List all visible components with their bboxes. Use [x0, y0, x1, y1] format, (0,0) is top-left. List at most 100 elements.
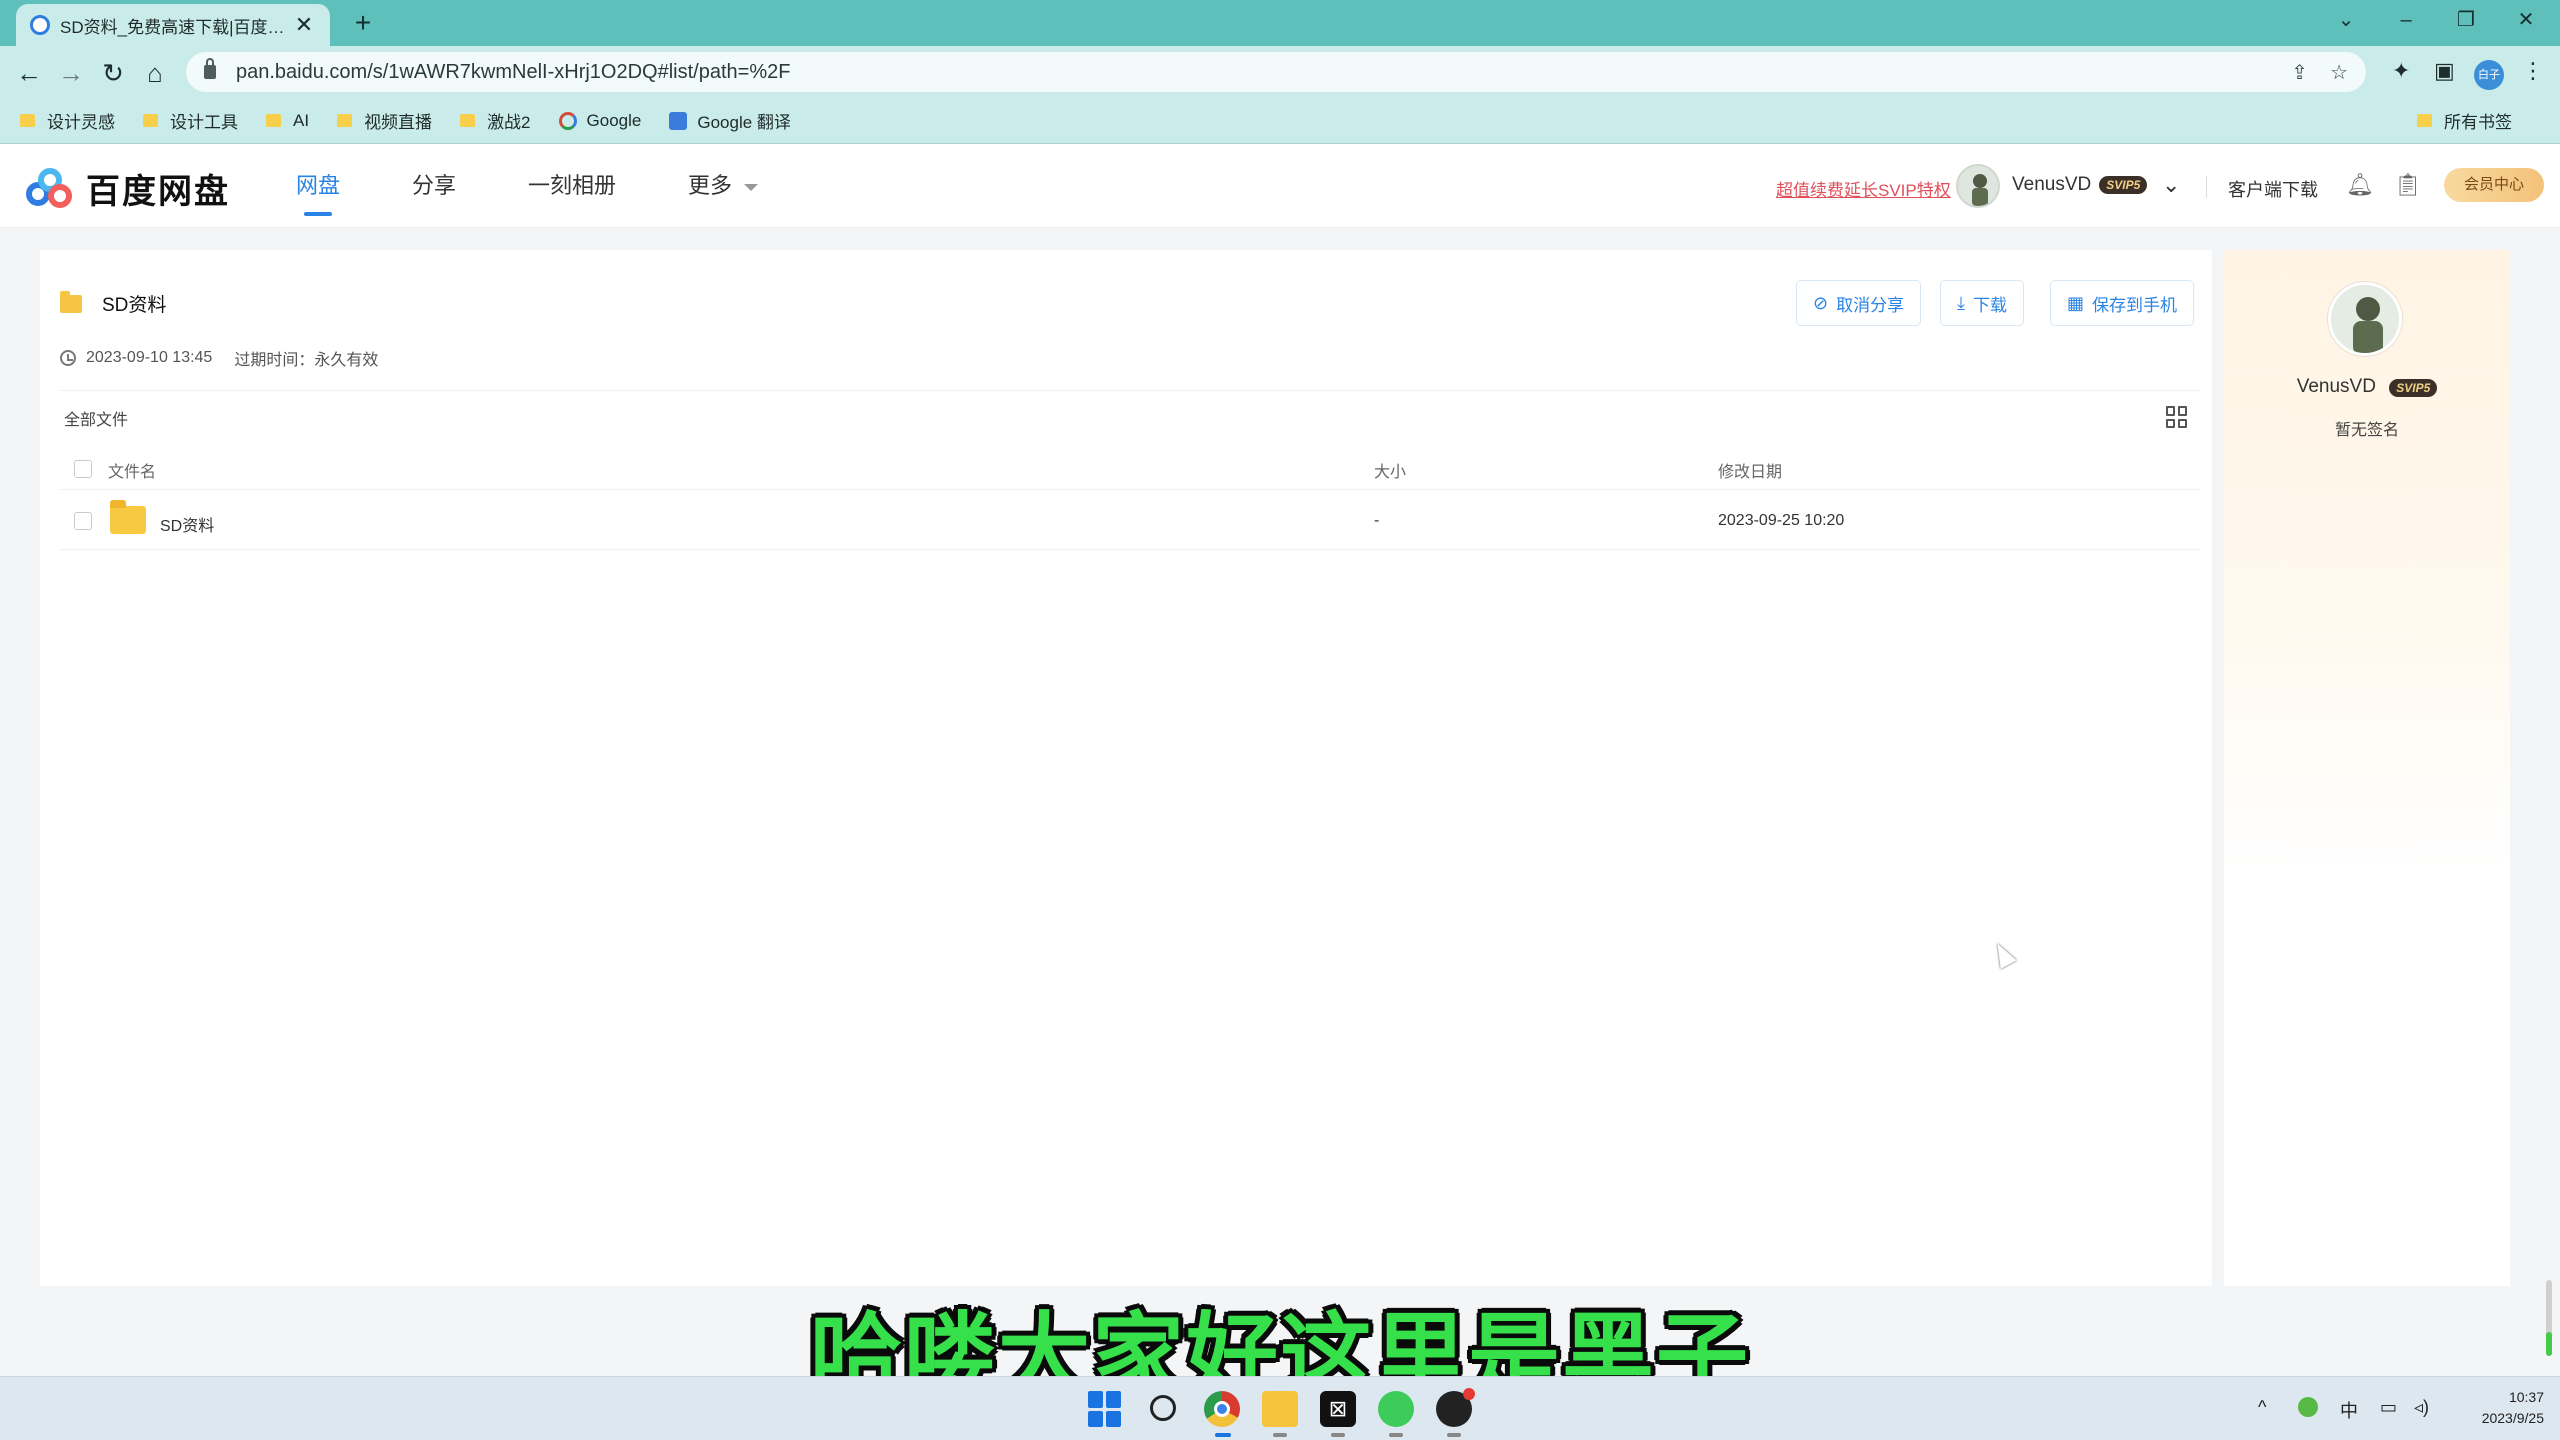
tray-app-icon[interactable]	[2298, 1397, 2318, 1417]
share-meta: 2023-09-10 13:45 过期时间：永久有效	[60, 346, 378, 370]
extensions-icon[interactable]: ✦	[2392, 58, 2410, 84]
taskbar: ⊠ ^ 中 ▭ ◃) 10:37 2023/9/25	[0, 1376, 2560, 1440]
share-expire-time: 过期时间：永久有效	[234, 352, 379, 369]
file-name[interactable]: SD资料	[160, 512, 214, 536]
nav-album[interactable]: 一刻相册	[528, 144, 616, 228]
ime-indicator[interactable]: 中	[2340, 1397, 2358, 1423]
table-row[interactable]: SD资料 - 2023-09-25 10:20	[60, 494, 2200, 550]
nav-share[interactable]: 分享	[412, 144, 456, 228]
sidebar-signature: 暂无签名	[2334, 422, 2399, 439]
back-button[interactable]: ←	[12, 56, 46, 90]
bell-icon[interactable]: 🔔︎	[2346, 172, 2374, 198]
select-all-checkbox[interactable]	[74, 460, 92, 478]
bookmark-item[interactable]: Google 翻译	[669, 108, 791, 133]
bookmark-item[interactable]: 设计工具	[143, 108, 238, 133]
volume-icon[interactable]: ◃)	[2414, 1397, 2429, 1418]
avatar-figure-icon	[2353, 297, 2383, 353]
breadcrumb[interactable]: 全部文件	[64, 406, 128, 430]
bookmarks-bar: 设计灵感 设计工具 AI 视频直播 激战2 Google Google 翻译 所…	[0, 98, 2560, 144]
tab-close-icon[interactable]: ✕	[292, 12, 316, 38]
user-avatar[interactable]	[1956, 164, 2000, 208]
caret-down-icon	[744, 183, 759, 191]
google-translate-icon	[669, 111, 688, 130]
sidebar-avatar[interactable]	[2328, 282, 2402, 356]
network-icon[interactable]: ▭	[2380, 1397, 2397, 1418]
row-checkbox[interactable]	[74, 512, 92, 530]
avatar-figure-icon	[1972, 174, 1988, 206]
client-download-link[interactable]: 客户端下载	[2228, 176, 2318, 202]
download-icon: ⤓	[1957, 292, 1965, 313]
active-app-indicator	[1215, 1433, 1231, 1437]
chrome-icon[interactable]	[1204, 1391, 1240, 1427]
forward-button[interactable]: →	[54, 56, 88, 90]
cancel-share-button[interactable]: ⊘ 取消分享	[1796, 280, 1922, 326]
svip-promo-link[interactable]: 超值续费延长SVIP特权	[1776, 176, 1951, 201]
header-username: VenusVD	[2012, 174, 2092, 195]
profile-avatar[interactable]: 白子	[2474, 60, 2504, 90]
home-button[interactable]: ⌂	[138, 56, 172, 90]
column-size[interactable]: 大小	[1374, 458, 1406, 482]
capcut-icon[interactable]: ⊠	[1320, 1391, 1356, 1427]
qr-code-icon: ▦	[2067, 292, 2085, 313]
app-indicator	[1331, 1433, 1345, 1437]
share-page-icon[interactable]: ⇪	[2291, 60, 2308, 85]
share-created-time: 2023-09-10 13:45	[86, 349, 213, 366]
bookmark-item[interactable]: 激战2	[460, 108, 531, 133]
baidu-pan-logo[interactable]: 百度网盘	[26, 164, 230, 213]
baidu-pan-logo-icon	[26, 167, 76, 210]
wechat-icon[interactable]	[1378, 1391, 1414, 1427]
browser-tab-strip: SD资料_免费高速下载|百度网盘- ✕ + ⌄ – ❐ ✕	[0, 0, 2560, 46]
vip-center-button[interactable]: 会员中心	[2444, 168, 2544, 202]
table-header: 文件名 大小 修改日期	[60, 450, 2200, 490]
save-to-phone-button[interactable]: ▦ 保存到手机	[2050, 280, 2195, 326]
menu-icon[interactable]: ⋮	[2522, 58, 2544, 84]
share-title-text: SD资料	[102, 295, 167, 316]
user-chevron-down-icon[interactable]: ⌄	[2162, 172, 2180, 198]
url-text: pan.baidu.com/s/1wAWR7kwmNelI-xHrj1O2DQ#…	[236, 60, 791, 83]
folder-icon	[110, 500, 146, 534]
close-window-button[interactable]: ✕	[2496, 0, 2556, 40]
tab-search-chevron-icon[interactable]: ⌄	[2316, 0, 2376, 40]
logo-text: 百度网盘	[86, 173, 230, 211]
side-panel-icon[interactable]: ▣	[2434, 58, 2455, 84]
grid-view-icon[interactable]	[2166, 406, 2188, 428]
restore-button[interactable]: ❐	[2436, 0, 2496, 40]
bookmark-star-icon[interactable]: ☆	[2330, 60, 2348, 85]
file-explorer-icon[interactable]	[1262, 1391, 1298, 1427]
user-menu[interactable]: VenusVD SVIP5	[2012, 174, 2148, 196]
bookmark-item[interactable]: AI	[266, 111, 309, 131]
clipboard-icon[interactable]: 📋︎	[2394, 172, 2422, 198]
bookmark-item[interactable]: 视频直播	[337, 108, 432, 133]
tab-title: SD资料_免费高速下载|百度网盘-	[60, 17, 292, 37]
bookmark-item[interactable]: 设计灵感	[20, 108, 115, 133]
profile-sidebar: VenusVD SVIP5 暂无签名	[2224, 250, 2510, 1286]
browser-toolbar: ← → ↻ ⌂ pan.baidu.com/s/1wAWR7kwmNelI-xH…	[0, 46, 2560, 98]
app-indicator	[1273, 1433, 1287, 1437]
lock-icon	[204, 58, 216, 79]
minimize-button[interactable]: –	[2376, 0, 2436, 40]
column-name[interactable]: 文件名	[108, 458, 156, 482]
browser-tab[interactable]: SD资料_免费高速下载|百度网盘- ✕	[16, 4, 330, 46]
folder-icon	[460, 114, 476, 127]
column-modified[interactable]: 修改日期	[1718, 458, 1782, 482]
nav-more[interactable]: 更多	[688, 144, 759, 228]
all-bookmarks[interactable]: 所有书签	[2417, 108, 2512, 133]
share-panel: SD资料 2023-09-10 13:45 过期时间：永久有效 ⊘ 取消分享 ⤓ 下…	[40, 250, 2212, 1286]
clock-date: 2023/9/25	[2481, 1410, 2544, 1426]
folder-icon	[60, 290, 82, 313]
reload-button[interactable]: ↻	[96, 56, 130, 90]
tray-chevron-up-icon[interactable]: ^	[2258, 1397, 2266, 1418]
download-button[interactable]: ⤓ 下载	[1940, 280, 2024, 326]
bookmark-item[interactable]: Google	[558, 111, 641, 131]
sidebar-username: VenusVD SVIP5	[2224, 376, 2510, 398]
google-icon	[558, 111, 577, 130]
nav-netdisk[interactable]: 网盘	[296, 144, 340, 228]
windows-start-icon[interactable]	[1088, 1391, 1124, 1427]
recorder-icon[interactable]	[1436, 1388, 1475, 1427]
file-modified: 2023-09-25 10:20	[1718, 512, 1845, 529]
search-icon[interactable]	[1150, 1395, 1176, 1421]
new-tab-button[interactable]: +	[346, 6, 380, 40]
system-clock[interactable]: 10:37 2023/9/25	[2460, 1387, 2544, 1429]
svip-badge: SVIP5	[2389, 379, 2438, 397]
address-bar[interactable]: pan.baidu.com/s/1wAWR7kwmNelI-xHrj1O2DQ#…	[186, 52, 2366, 92]
